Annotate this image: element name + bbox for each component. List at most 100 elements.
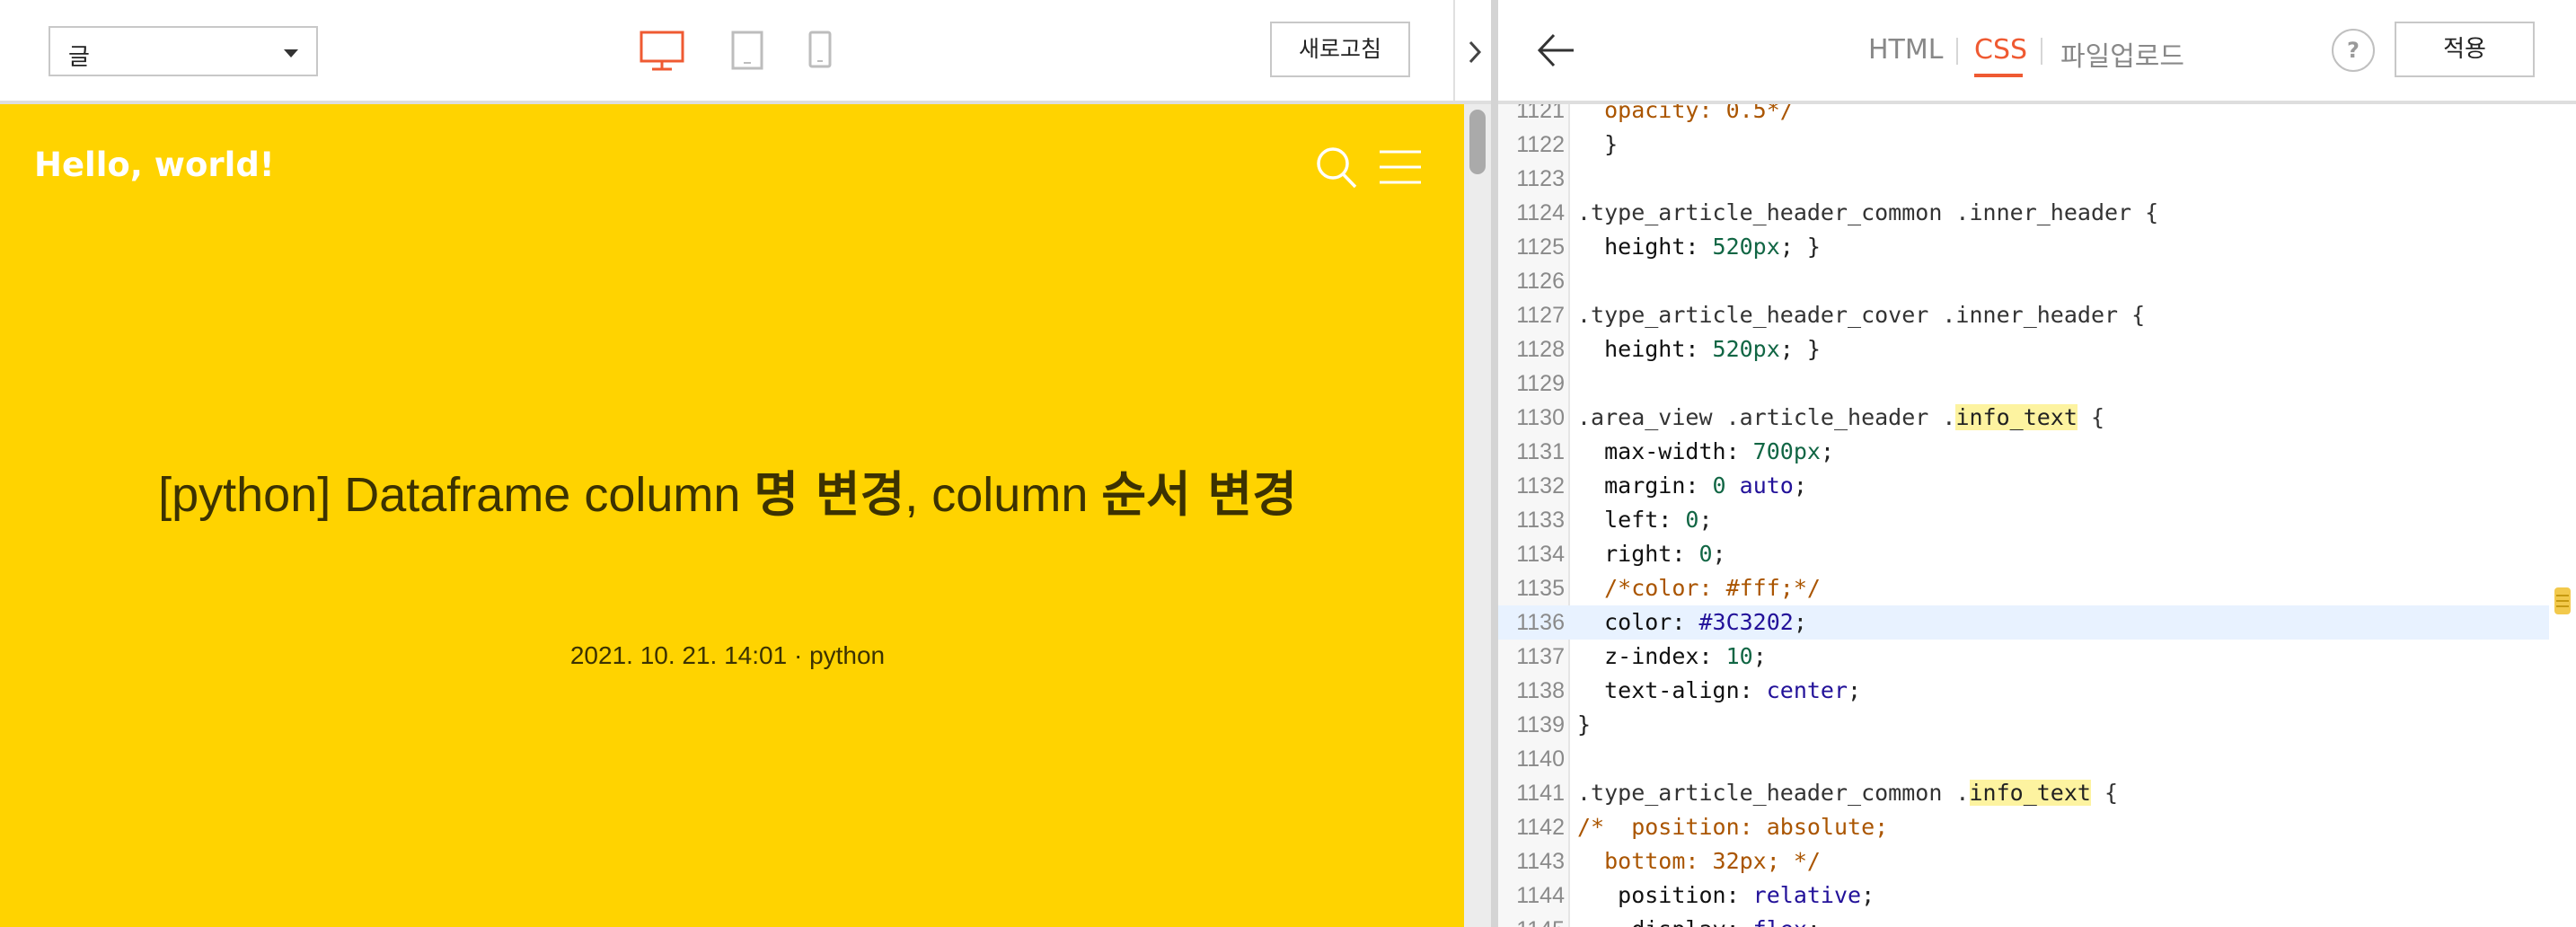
code-line[interactable]: 1124 .type_article_header_common .inner_h…: [1498, 196, 2549, 230]
code-line[interactable]: 1125 height: 520px; }: [1498, 230, 2549, 264]
line-number: 1132: [1516, 473, 1565, 499]
code-line[interactable]: 1143 bottom: 32px; */: [1498, 844, 2549, 878]
help-icon[interactable]: ?: [2332, 29, 2375, 72]
line-number: 1121: [1516, 104, 1565, 123]
desktop-view-button[interactable]: [640, 31, 684, 72]
apply-button[interactable]: 적용: [2395, 22, 2535, 77]
code-line[interactable]: 1139}: [1498, 708, 2549, 742]
code-token: 700px: [1752, 438, 1821, 464]
tab-file-upload[interactable]: 파일업로드: [2060, 34, 2184, 74]
search-icon[interactable]: [1315, 146, 1358, 190]
code-token: left:: [1577, 507, 1686, 533]
code-line[interactable]: 1141 .type_article_header_common .info_te…: [1498, 776, 2549, 810]
code-line[interactable]: 1123: [1498, 162, 2549, 196]
code-token: display:: [1577, 916, 1753, 927]
line-number: 1137: [1516, 644, 1565, 669]
code-text: /*color: #fff;*/: [1577, 571, 1821, 605]
code-token: }: [1577, 711, 1592, 737]
search-highlight: info_text: [1955, 404, 2078, 430]
code-line[interactable]: 1134 right: 0;: [1498, 537, 2549, 571]
code-line[interactable]: 1142 /* position: absolute;: [1498, 810, 2549, 844]
code-token: ;: [1712, 541, 1726, 567]
code-line[interactable]: 1132 margin: 0 auto;: [1498, 469, 2549, 503]
code-token: 0: [1712, 472, 1726, 499]
code-line[interactable]: 1145 display: flex;: [1498, 913, 2549, 927]
code-token: 0: [1698, 541, 1713, 567]
tab-css[interactable]: CSS: [1974, 34, 2027, 66]
code-token: color:: [1577, 609, 1699, 635]
article-title: [python] Dataframe column 명 변경, column 순…: [135, 465, 1320, 525]
desktop-icon: [640, 31, 684, 71]
code-line[interactable]: 1121 opacity: 0.5*/: [1498, 104, 2549, 128]
line-number: 1134: [1516, 542, 1565, 567]
code-line[interactable]: 1127 .type_article_header_cover .inner_he…: [1498, 298, 2549, 332]
code-text: max-width: 700px;: [1577, 435, 1834, 469]
code-text: height: 520px; }: [1577, 230, 1821, 264]
line-number: 1141: [1516, 781, 1565, 806]
line-number: 1122: [1516, 132, 1565, 157]
blog-title[interactable]: Hello, world!: [34, 146, 275, 184]
editor-scroll-marker[interactable]: [2554, 587, 2571, 614]
code-token: auto: [1739, 472, 1794, 499]
code-line[interactable]: 1140: [1498, 742, 2549, 776]
code-text: margin: 0 auto;: [1577, 469, 1807, 503]
mobile-view-button[interactable]: [808, 31, 832, 68]
line-number: 1125: [1516, 234, 1565, 260]
line-number: 1124: [1516, 200, 1565, 225]
code-token: 520px: [1712, 234, 1780, 260]
code-token: height:: [1577, 336, 1713, 362]
refresh-button[interactable]: 새로고침: [1270, 22, 1410, 77]
line-number: 1142: [1516, 815, 1565, 840]
code-token: center: [1766, 677, 1848, 703]
code-line[interactable]: 1133 left: 0;: [1498, 503, 2549, 537]
code-token: relative: [1752, 882, 1862, 908]
tablet-icon: [731, 31, 763, 70]
code-line[interactable]: 1126: [1498, 264, 2549, 298]
line-number: 1144: [1516, 883, 1565, 908]
code-token: .type_article_header_cover .inner_header…: [1577, 302, 2146, 328]
article-title-part: 명 변경: [754, 466, 905, 523]
tab-html[interactable]: HTML: [1868, 34, 1943, 66]
code-text: text-align: center;: [1577, 674, 1861, 708]
back-arrow-icon[interactable]: [1536, 31, 1575, 70]
code-line[interactable]: 1131 max-width: 700px;: [1498, 435, 2549, 469]
code-line[interactable]: 1135 /*color: #fff;*/: [1498, 571, 2549, 605]
code-line[interactable]: 1137 z-index: 10;: [1498, 640, 2549, 674]
line-number: 1140: [1516, 746, 1565, 772]
code-token: .type_article_header_common .inner_heade…: [1577, 199, 2159, 225]
collapse-preview-button[interactable]: [1453, 0, 1493, 104]
code-token: 520px: [1712, 336, 1780, 362]
code-line[interactable]: 1129: [1498, 366, 2549, 401]
code-token: ;: [1820, 438, 1834, 464]
code-line[interactable]: 1128 height: 520px; }: [1498, 332, 2549, 366]
code-text: .type_article_header_common .info_text {: [1577, 776, 2118, 810]
code-token: ; }: [1779, 336, 1821, 362]
code-token: 10: [1725, 643, 1753, 669]
article-title-part: , column: [904, 468, 1102, 522]
editor-toolbar: HTML CSS 파일업로드 ? 적용: [1498, 0, 2576, 104]
preview-scrollbar[interactable]: [1464, 104, 1491, 927]
code-token: ;: [1698, 507, 1713, 533]
code-text: z-index: 10;: [1577, 640, 1767, 674]
code-text: .area_view .article_header .info_text {: [1577, 401, 2104, 435]
code-token: text-align:: [1577, 677, 1767, 703]
tablet-view-button[interactable]: [731, 31, 763, 70]
line-number: 1126: [1516, 269, 1565, 294]
code-token: ;: [1793, 609, 1807, 635]
preview-scrollbar-thumb[interactable]: [1469, 110, 1486, 174]
code-line[interactable]: 1138 text-align: center;: [1498, 674, 2549, 708]
code-token: max-width:: [1577, 438, 1753, 464]
code-line[interactable]: 1122 }: [1498, 128, 2549, 162]
active-tab-indicator: [1974, 74, 2023, 77]
code-line[interactable]: 1136 color: #3C3202;: [1498, 605, 2549, 640]
tab-separator: [1956, 38, 1958, 65]
menu-icon[interactable]: [1380, 149, 1421, 185]
preview-pane: 글 새로고침 Hello, world! [python] Dataframe …: [0, 0, 1464, 927]
css-code-editor[interactable]: 1121 opacity: 0.5*/1122 } 1123 1124 .type_a…: [1498, 104, 2576, 927]
code-token: ;: [1848, 677, 1862, 703]
code-line[interactable]: 1130 .area_view .article_header .info_tex…: [1498, 401, 2549, 435]
pane-divider[interactable]: [1491, 0, 1498, 927]
code-line[interactable]: 1144 position: relative;: [1498, 878, 2549, 913]
page-type-select[interactable]: 글: [49, 26, 318, 76]
code-text: left: 0;: [1577, 503, 1713, 537]
